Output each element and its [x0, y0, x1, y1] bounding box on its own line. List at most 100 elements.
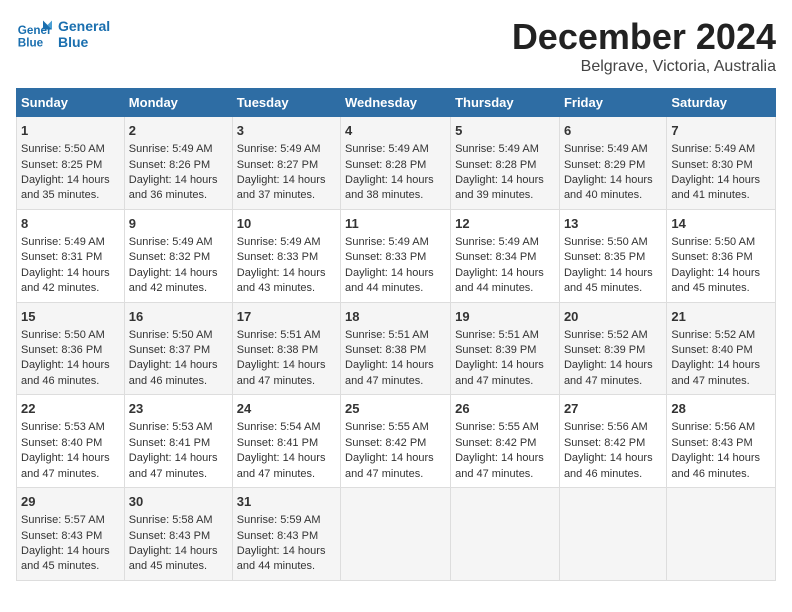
sunset: Sunset: 8:39 PM: [455, 344, 536, 356]
calendar-cell: 17Sunrise: 5:51 AMSunset: 8:38 PMDayligh…: [232, 302, 340, 395]
calendar-cell: 4Sunrise: 5:49 AMSunset: 8:28 PMDaylight…: [341, 117, 451, 210]
month-title: December 2024: [512, 16, 776, 58]
logo: General Blue General Blue: [16, 16, 110, 52]
sunrise: Sunrise: 5:59 AM: [237, 514, 321, 526]
sunrise: Sunrise: 5:52 AM: [671, 329, 755, 341]
calendar-cell: [667, 488, 776, 581]
day-number: 31: [237, 493, 336, 511]
sunset: Sunset: 8:33 PM: [345, 251, 426, 263]
sunrise: Sunrise: 5:51 AM: [237, 329, 321, 341]
calendar-cell: 7Sunrise: 5:49 AMSunset: 8:30 PMDaylight…: [667, 117, 776, 210]
daylight-label: Daylight: 14 hours and 44 minutes.: [237, 545, 326, 572]
day-number: 11: [345, 215, 446, 233]
sunset: Sunset: 8:26 PM: [129, 159, 210, 171]
page-header: General Blue General Blue December 2024 …: [16, 16, 776, 76]
day-number: 5: [455, 122, 555, 140]
calendar-cell: 18Sunrise: 5:51 AMSunset: 8:38 PMDayligh…: [341, 302, 451, 395]
calendar-cell: 30Sunrise: 5:58 AMSunset: 8:43 PMDayligh…: [124, 488, 232, 581]
daylight-label: Daylight: 14 hours and 47 minutes.: [129, 452, 218, 479]
calendar-cell: 28Sunrise: 5:56 AMSunset: 8:43 PMDayligh…: [667, 395, 776, 488]
daylight-label: Daylight: 14 hours and 42 minutes.: [21, 267, 110, 294]
col-thursday: Thursday: [451, 89, 560, 117]
calendar-cell: 25Sunrise: 5:55 AMSunset: 8:42 PMDayligh…: [341, 395, 451, 488]
daylight-label: Daylight: 14 hours and 45 minutes.: [671, 267, 760, 294]
calendar-header-row: Sunday Monday Tuesday Wednesday Thursday…: [17, 89, 776, 117]
calendar-cell: 9Sunrise: 5:49 AMSunset: 8:32 PMDaylight…: [124, 209, 232, 302]
calendar-cell: 3Sunrise: 5:49 AMSunset: 8:27 PMDaylight…: [232, 117, 340, 210]
day-number: 18: [345, 308, 446, 326]
col-saturday: Saturday: [667, 89, 776, 117]
calendar-cell: 20Sunrise: 5:52 AMSunset: 8:39 PMDayligh…: [559, 302, 666, 395]
daylight-label: Daylight: 14 hours and 39 minutes.: [455, 174, 544, 201]
location-title: Belgrave, Victoria, Australia: [512, 58, 776, 76]
daylight-label: Daylight: 14 hours and 40 minutes.: [564, 174, 653, 201]
sunset: Sunset: 8:40 PM: [21, 437, 102, 449]
day-number: 13: [564, 215, 662, 233]
daylight-label: Daylight: 14 hours and 37 minutes.: [237, 174, 326, 201]
calendar-cell: [451, 488, 560, 581]
sunset: Sunset: 8:39 PM: [564, 344, 645, 356]
sunset: Sunset: 8:41 PM: [129, 437, 210, 449]
sunrise: Sunrise: 5:54 AM: [237, 421, 321, 433]
sunset: Sunset: 8:40 PM: [671, 344, 752, 356]
title-area: December 2024 Belgrave, Victoria, Austra…: [512, 16, 776, 76]
daylight-label: Daylight: 14 hours and 47 minutes.: [345, 359, 434, 386]
sunset: Sunset: 8:42 PM: [455, 437, 536, 449]
day-number: 15: [21, 308, 120, 326]
sunrise: Sunrise: 5:50 AM: [671, 236, 755, 248]
daylight-label: Daylight: 14 hours and 46 minutes.: [129, 359, 218, 386]
daylight-label: Daylight: 14 hours and 47 minutes.: [564, 359, 653, 386]
sunrise: Sunrise: 5:49 AM: [237, 143, 321, 155]
day-number: 29: [21, 493, 120, 511]
daylight-label: Daylight: 14 hours and 46 minutes.: [564, 452, 653, 479]
sunset: Sunset: 8:37 PM: [129, 344, 210, 356]
day-number: 24: [237, 400, 336, 418]
daylight-label: Daylight: 14 hours and 45 minutes.: [129, 545, 218, 572]
day-number: 28: [671, 400, 771, 418]
sunrise: Sunrise: 5:52 AM: [564, 329, 648, 341]
calendar-cell: 8Sunrise: 5:49 AMSunset: 8:31 PMDaylight…: [17, 209, 125, 302]
sunset: Sunset: 8:35 PM: [564, 251, 645, 263]
sunset: Sunset: 8:32 PM: [129, 251, 210, 263]
sunrise: Sunrise: 5:57 AM: [21, 514, 105, 526]
day-number: 7: [671, 122, 771, 140]
sunrise: Sunrise: 5:50 AM: [21, 143, 105, 155]
sunrise: Sunrise: 5:49 AM: [129, 143, 213, 155]
col-friday: Friday: [559, 89, 666, 117]
sunrise: Sunrise: 5:50 AM: [129, 329, 213, 341]
sunset: Sunset: 8:41 PM: [237, 437, 318, 449]
day-number: 27: [564, 400, 662, 418]
day-number: 2: [129, 122, 228, 140]
sunset: Sunset: 8:43 PM: [129, 530, 210, 542]
sunset: Sunset: 8:29 PM: [564, 159, 645, 171]
col-wednesday: Wednesday: [341, 89, 451, 117]
logo-general: General: [58, 18, 110, 34]
sunrise: Sunrise: 5:49 AM: [455, 236, 539, 248]
sunset: Sunset: 8:27 PM: [237, 159, 318, 171]
sunset: Sunset: 8:31 PM: [21, 251, 102, 263]
sunrise: Sunrise: 5:58 AM: [129, 514, 213, 526]
sunset: Sunset: 8:28 PM: [345, 159, 426, 171]
sunset: Sunset: 8:43 PM: [237, 530, 318, 542]
sunset: Sunset: 8:36 PM: [21, 344, 102, 356]
calendar-cell: 2 Sunrise: 5:49 AM Sunset: 8:26 PM Daylight…: [124, 117, 232, 210]
calendar-week-row: 1Sunrise: 5:50 AMSunset: 8:25 PMDaylight…: [17, 117, 776, 210]
sunset: Sunset: 8:34 PM: [455, 251, 536, 263]
day-number: 14: [671, 215, 771, 233]
daylight-label: Daylight: 14 hours and 44 minutes.: [455, 267, 544, 294]
calendar-cell: 11Sunrise: 5:49 AMSunset: 8:33 PMDayligh…: [341, 209, 451, 302]
calendar-cell: 29Sunrise: 5:57 AMSunset: 8:43 PMDayligh…: [17, 488, 125, 581]
day-number: 23: [129, 400, 228, 418]
calendar-week-row: 15 Sunrise: 5:50 AM Sunset: 8:36 PM Dayligh…: [17, 302, 776, 395]
daylight-label: Daylight: 14 hours and 36 minutes.: [129, 174, 218, 201]
calendar-cell: 6Sunrise: 5:49 AMSunset: 8:29 PMDaylight…: [559, 117, 666, 210]
day-number: 19: [455, 308, 555, 326]
daylight-label: Daylight: 14 hours and 43 minutes.: [237, 267, 326, 294]
sunrise: Sunrise: 5:56 AM: [564, 421, 648, 433]
sunrise: Sunrise: 5:53 AM: [21, 421, 105, 433]
sunrise: Sunrise: 5:55 AM: [345, 421, 429, 433]
daylight-label: Daylight: 14 hours and 42 minutes.: [129, 267, 218, 294]
day-number: 10: [237, 215, 336, 233]
sunrise: Sunrise: 5:49 AM: [455, 143, 539, 155]
sunset: Sunset: 8:42 PM: [345, 437, 426, 449]
